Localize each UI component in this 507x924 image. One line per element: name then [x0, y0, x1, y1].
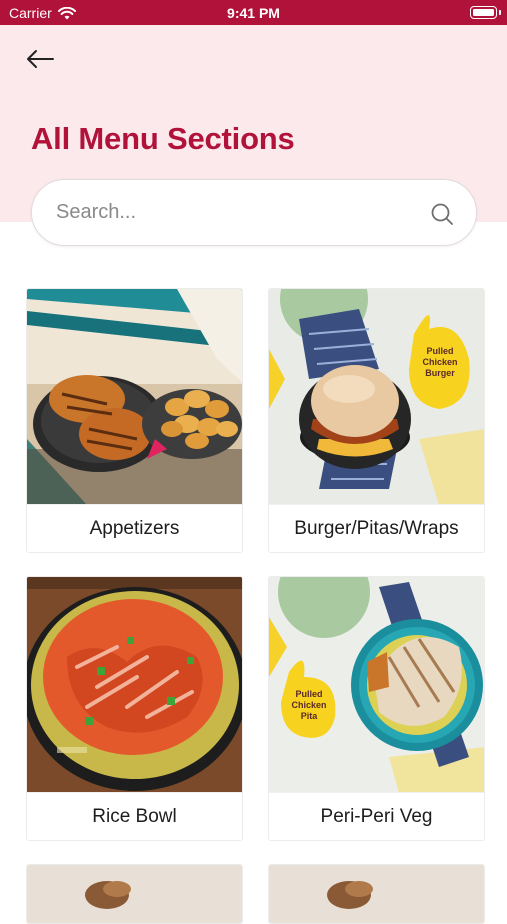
rice-bowl-image: [27, 577, 242, 793]
battery-tip: [499, 10, 501, 15]
pita-image: Pulled Chicken Pita: [269, 577, 484, 793]
menu-card-label: Burger/Pitas/Wraps: [269, 504, 484, 552]
menu-card-label: Appetizers: [27, 504, 242, 552]
menu-card-rice-bowl[interactable]: Rice Bowl: [26, 576, 243, 841]
appetizers-image: [27, 289, 242, 505]
back-button[interactable]: [22, 44, 58, 74]
menu-card-label: Peri-Peri Veg: [269, 792, 484, 840]
partial-card-image: [27, 865, 242, 923]
svg-text:Chicken: Chicken: [422, 357, 457, 367]
status-time: 9:41 PM: [227, 5, 280, 21]
search-icon[interactable]: [430, 202, 454, 226]
page-title: All Menu Sections: [31, 121, 295, 156]
menu-card-partial[interactable]: [268, 864, 485, 924]
svg-text:Pita: Pita: [301, 711, 319, 721]
partial-card-image: [269, 865, 484, 923]
menu-card-appetizers[interactable]: Appetizers: [26, 288, 243, 553]
search-bar[interactable]: [31, 179, 477, 246]
svg-text:Burger: Burger: [425, 368, 455, 378]
menu-card-peri-peri-veg[interactable]: Pulled Chicken Pita Peri-Peri Veg: [268, 576, 485, 841]
search-input[interactable]: [56, 180, 416, 245]
menu-card-label: Rice Bowl: [27, 792, 242, 840]
burger-image: Pulled Chicken Burger: [269, 289, 484, 505]
svg-text:Pulled: Pulled: [426, 346, 453, 356]
menu-card-partial[interactable]: [26, 864, 243, 924]
arrow-left-icon: [27, 50, 54, 68]
status-bar: Carrier 9:41 PM: [0, 0, 507, 25]
svg-text:Pulled: Pulled: [295, 689, 322, 699]
battery-icon: [470, 6, 497, 19]
svg-text:Chicken: Chicken: [291, 700, 326, 710]
menu-card-burger-pitas-wraps[interactable]: Pulled Chicken Burger Burger/Pitas/Wraps: [268, 288, 485, 553]
